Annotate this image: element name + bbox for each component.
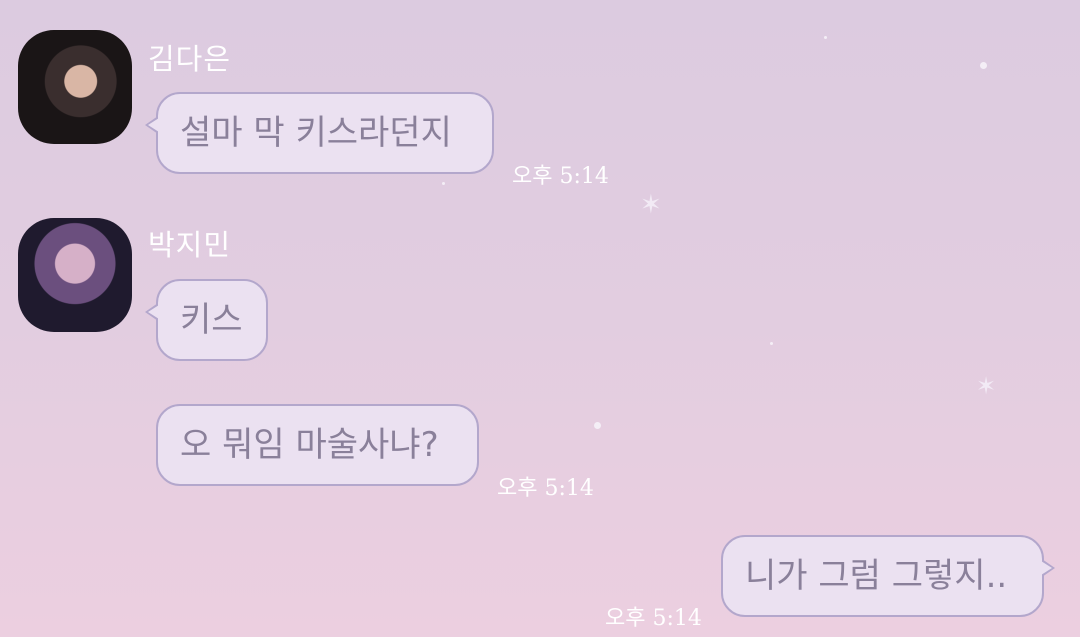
sparkle-icon: ✶ — [640, 190, 662, 220]
message-bubble-outgoing[interactable]: 니가 그럼 그렇지.. — [721, 535, 1055, 617]
message-timestamp: 오후 5:14 — [605, 606, 702, 631]
sparkle-icon: ✶ — [976, 372, 997, 400]
sparkle-dot — [824, 36, 827, 39]
message-bubble[interactable]: 설마 막 키스라던지 — [145, 92, 494, 174]
sparkle-dot — [980, 62, 987, 69]
sender-name: 김다은 — [148, 42, 232, 76]
message-bubble[interactable]: 키스 — [145, 279, 268, 361]
sender-name: 박지민 — [148, 228, 232, 262]
avatar[interactable] — [18, 218, 132, 332]
message-timestamp: 오후 5:14 — [497, 476, 594, 501]
sparkle-dot — [442, 182, 445, 185]
avatar[interactable] — [18, 30, 132, 144]
sparkle-dot — [594, 422, 601, 429]
message-bubble[interactable]: 오 뭐임 마술사냐? — [156, 404, 479, 486]
message-timestamp: 오후 5:14 — [512, 164, 609, 189]
sparkle-dot — [770, 342, 773, 345]
